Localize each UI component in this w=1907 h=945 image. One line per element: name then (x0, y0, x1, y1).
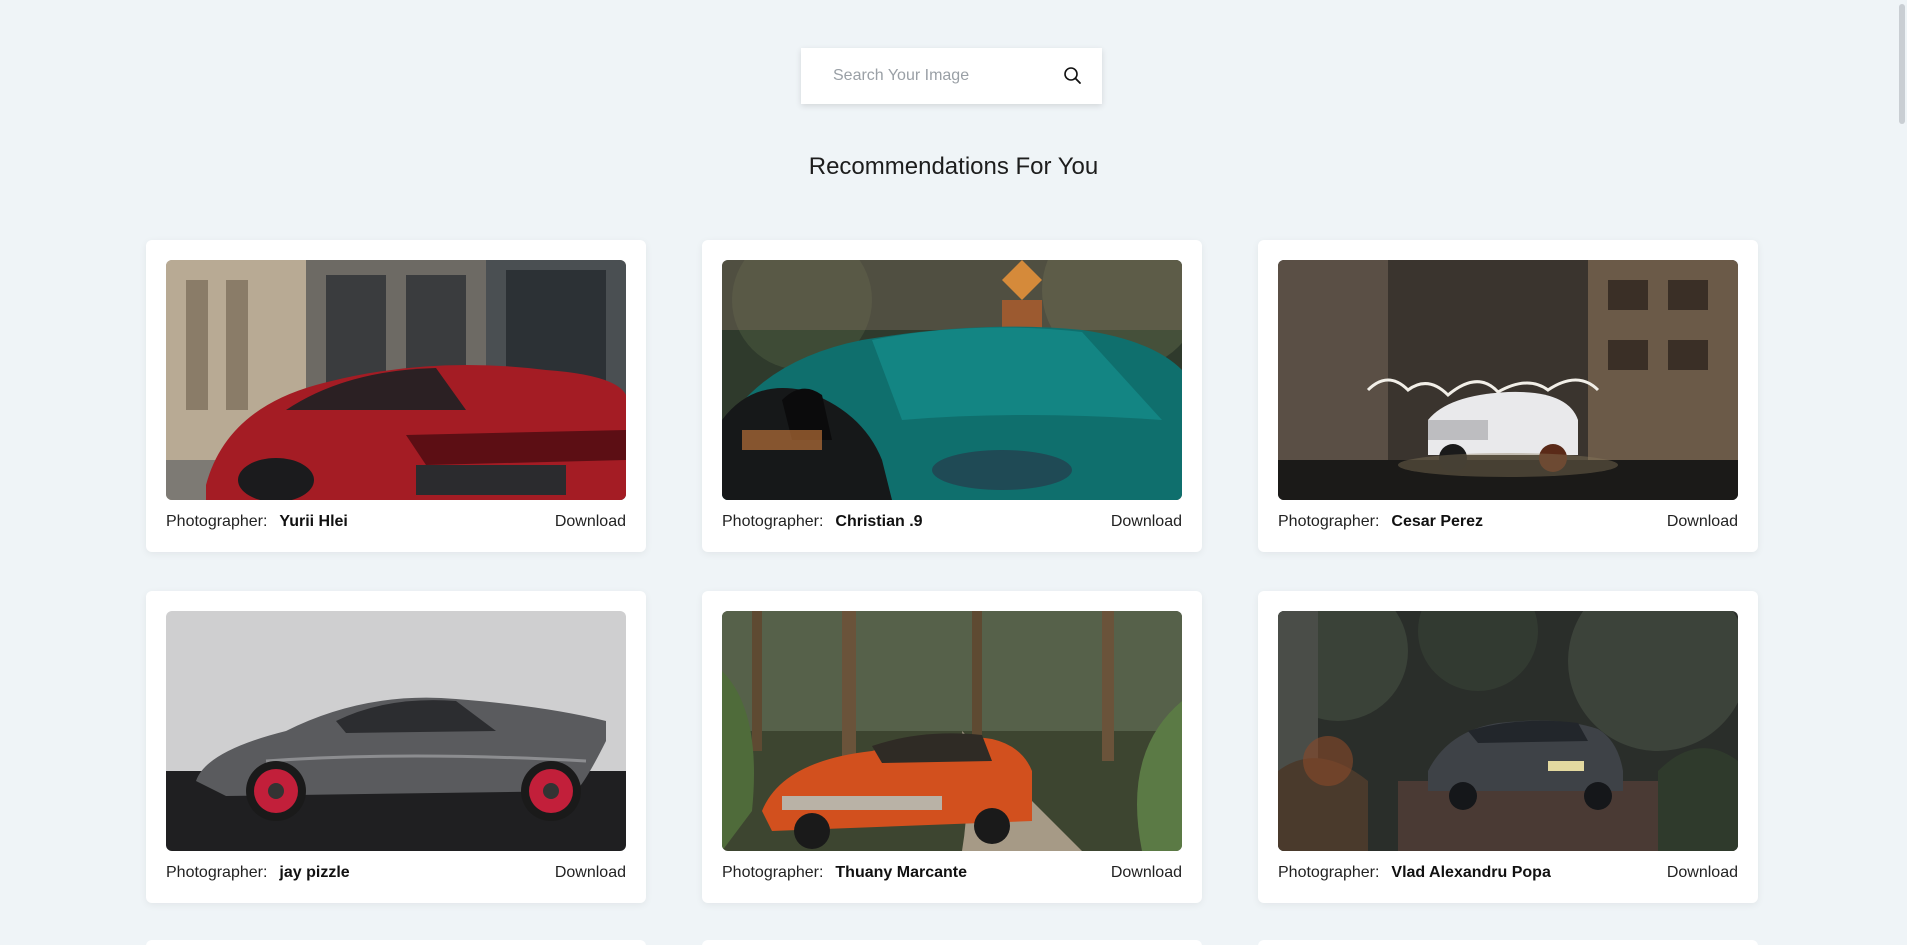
photographer-label: Photographer: (722, 864, 824, 881)
card-image[interactable] (166, 611, 626, 851)
photographer-name: Vlad Alexandru Popa (1391, 864, 1551, 881)
photographer-label: Photographer: (1278, 513, 1380, 530)
download-button[interactable]: Download (555, 864, 626, 882)
photo-card: Photographer: Yurii Hlei Download (146, 240, 646, 552)
download-button[interactable]: Download (1667, 864, 1738, 882)
photographer-label: Photographer: (166, 513, 268, 530)
photographer-name: Yurii Hlei (279, 513, 348, 530)
card-meta: Photographer: jay pizzle Download (166, 861, 626, 885)
search-bar (801, 48, 1102, 104)
photo-card: Photographer: jay pizzle Download (146, 591, 646, 903)
photo-card (702, 940, 1202, 945)
photo-card: Photographer: Vlad Alexandru Popa Downlo… (1258, 591, 1758, 903)
card-image[interactable] (1278, 611, 1738, 851)
scrollbar-thumb[interactable] (1899, 4, 1905, 124)
photo-card: Photographer: Thuany Marcante Download (702, 591, 1202, 903)
card-image[interactable] (722, 611, 1182, 851)
photo-card (146, 940, 646, 945)
photo-card: Photographer: Cesar Perez Download (1258, 240, 1758, 552)
photographer-label: Photographer: (722, 513, 824, 530)
card-meta: Photographer: Vlad Alexandru Popa Downlo… (1278, 861, 1738, 885)
photographer-name: Thuany Marcante (835, 864, 967, 881)
card-meta: Photographer: Yurii Hlei Download (166, 510, 626, 534)
card-image[interactable] (722, 260, 1182, 500)
card-image[interactable] (1278, 260, 1738, 500)
photo-card: Photographer: Christian .9 Download (702, 240, 1202, 552)
scrollbar[interactable] (1895, 0, 1907, 945)
photographer-label: Photographer: (166, 864, 268, 881)
card-meta: Photographer: Thuany Marcante Download (722, 861, 1182, 885)
section-title: Recommendations For You (808, 153, 1099, 180)
download-button[interactable]: Download (1111, 513, 1182, 531)
download-button[interactable]: Download (1667, 513, 1738, 531)
photographer-name: Cesar Perez (1391, 513, 1484, 530)
download-button[interactable]: Download (1111, 864, 1182, 882)
card-image[interactable] (166, 260, 626, 500)
card-meta: Photographer: Cesar Perez Download (1278, 510, 1738, 534)
photographer-label: Photographer: (1278, 864, 1380, 881)
photo-card (1258, 940, 1758, 945)
search-input[interactable] (833, 61, 1053, 91)
photographer-name: jay pizzle (279, 864, 350, 881)
photographer-name: Christian .9 (835, 513, 923, 530)
download-button[interactable]: Download (555, 513, 626, 531)
card-meta: Photographer: Christian .9 Download (722, 510, 1182, 534)
search-icon[interactable] (1062, 65, 1084, 87)
page: Recommendations For You (0, 0, 1907, 945)
